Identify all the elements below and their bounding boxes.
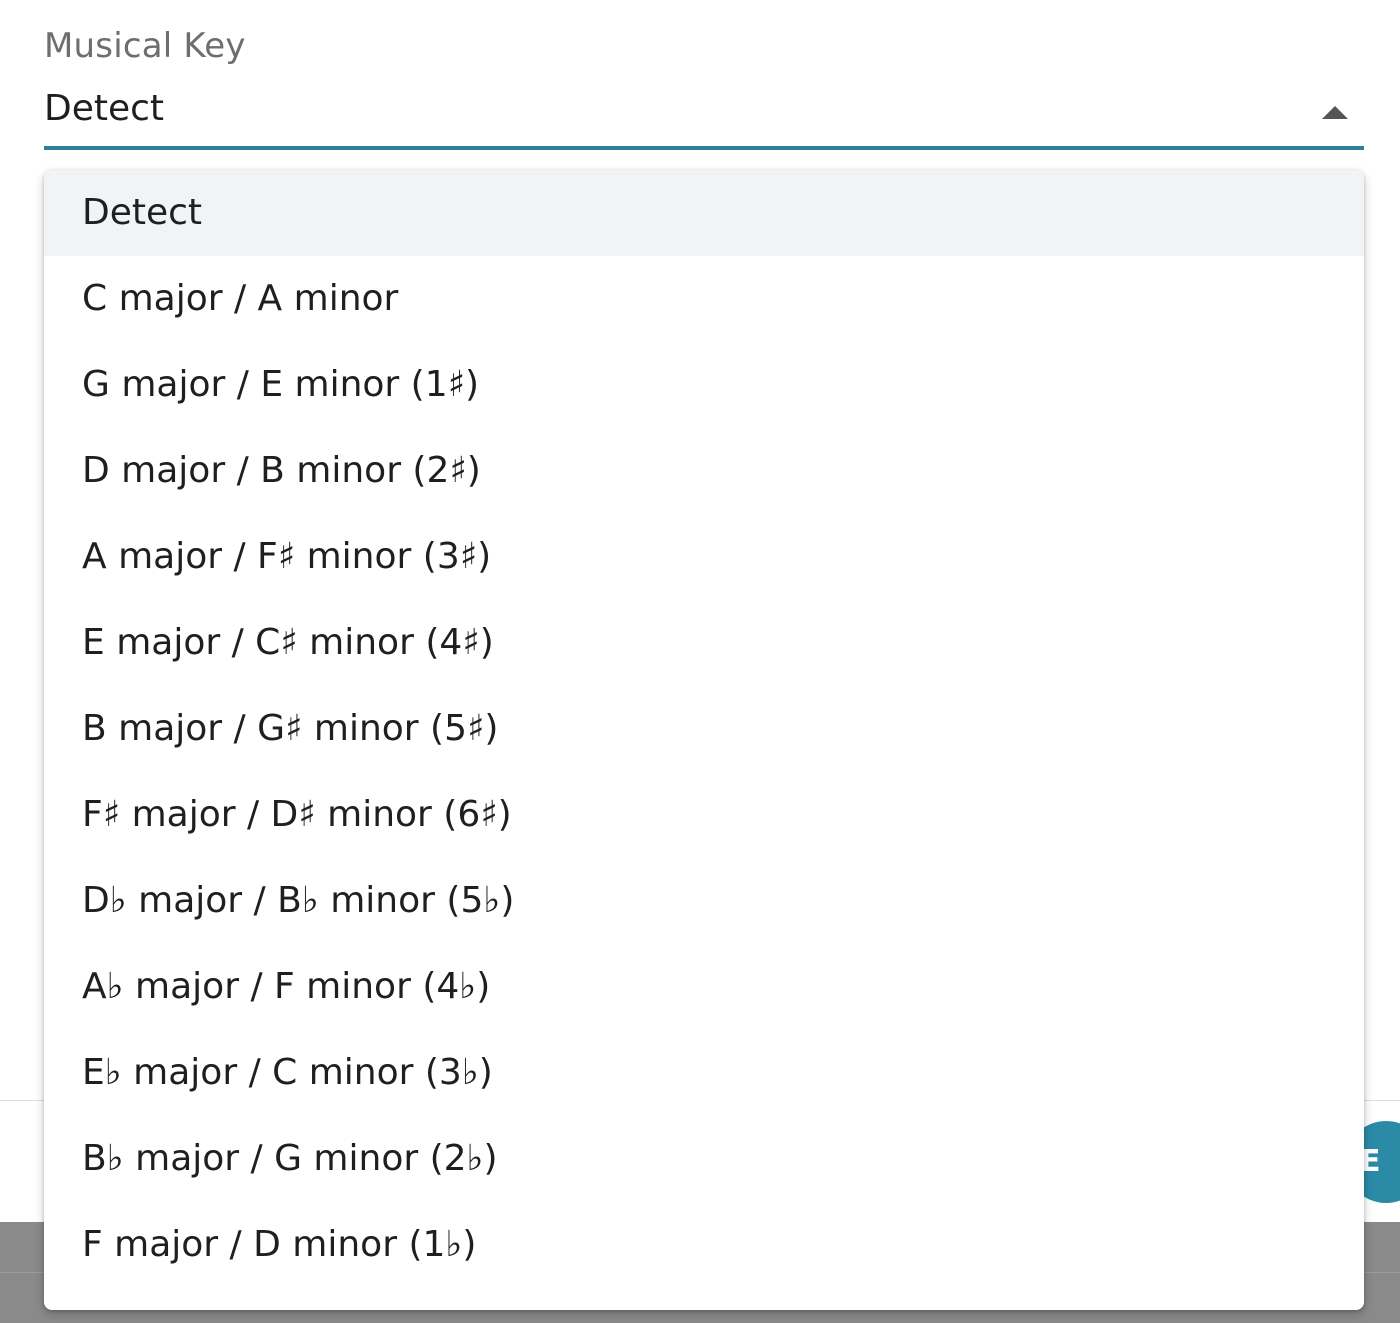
menu-item-b-flat-major[interactable]: B♭ major / G minor (2♭) [44, 1116, 1364, 1202]
menu-item-f-sharp-major[interactable]: F♯ major / D♯ minor (6♯) [44, 772, 1364, 858]
musical-key-menu: Detect C major / A minor G major / E min… [44, 170, 1364, 1310]
musical-key-label: Musical Key [44, 26, 246, 66]
musical-key-select[interactable]: Musical Key Detect [44, 24, 1364, 152]
menu-item-detect[interactable]: Detect [44, 170, 1364, 256]
menu-item-c-major[interactable]: C major / A minor [44, 256, 1364, 342]
musical-key-value[interactable]: Detect [44, 88, 164, 129]
menu-item-d-major[interactable]: D major / B minor (2♯) [44, 428, 1364, 514]
menu-item-g-major[interactable]: G major / E minor (1♯) [44, 342, 1364, 428]
field-underline [44, 146, 1364, 150]
menu-item-a-flat-major[interactable]: A♭ major / F minor (4♭) [44, 944, 1364, 1030]
menu-item-e-flat-major[interactable]: E♭ major / C minor (3♭) [44, 1030, 1364, 1116]
menu-item-b-major[interactable]: B major / G♯ minor (5♯) [44, 686, 1364, 772]
menu-item-d-flat-major[interactable]: D♭ major / B♭ minor (5♭) [44, 858, 1364, 944]
menu-item-f-major[interactable]: F major / D minor (1♭) [44, 1202, 1364, 1288]
menu-item-a-major[interactable]: A major / F♯ minor (3♯) [44, 514, 1364, 600]
menu-item-e-major[interactable]: E major / C♯ minor (4♯) [44, 600, 1364, 686]
arrow-up-icon[interactable] [1322, 106, 1348, 119]
